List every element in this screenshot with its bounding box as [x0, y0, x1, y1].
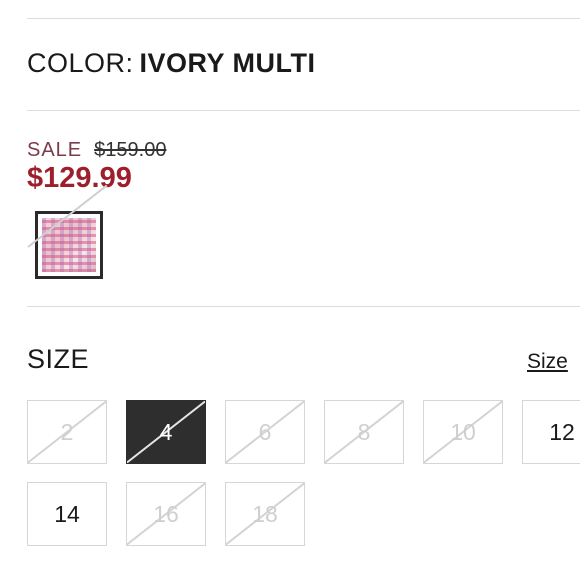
color-value: IVORY MULTI — [139, 48, 316, 78]
sale-label: SALE — [27, 139, 83, 161]
color-swatch-button[interactable] — [35, 211, 103, 279]
size-option-12[interactable]: 12 — [522, 400, 580, 464]
size-option-2[interactable]: 2 — [27, 400, 107, 464]
size-option-10[interactable]: 10 — [423, 400, 503, 464]
color-label: COLOR: — [27, 48, 134, 78]
size-option-label: 2 — [60, 418, 74, 445]
original-price: $159.00 — [94, 139, 167, 161]
size-option-4[interactable]: 4 — [126, 400, 206, 464]
swatch-pattern-image — [42, 218, 96, 272]
size-option-14[interactable]: 14 — [27, 482, 107, 546]
sale-price: $129.99 — [27, 162, 132, 194]
size-title: SIZE — [27, 344, 90, 374]
size-option-18[interactable]: 18 — [225, 482, 305, 546]
size-option-label: 18 — [252, 500, 278, 527]
divider-color — [27, 110, 580, 111]
size-option-label: 14 — [54, 500, 80, 527]
sale-row: SALE $159.00 — [27, 139, 166, 162]
size-option-label: 6 — [258, 418, 272, 445]
size-option-label: 10 — [450, 418, 476, 445]
size-guide-link[interactable]: Size — [527, 350, 568, 374]
divider-swatch — [27, 306, 580, 307]
divider-top — [27, 18, 580, 19]
size-option-8[interactable]: 8 — [324, 400, 404, 464]
size-option-label: 4 — [159, 418, 173, 445]
color-selection: COLOR: IVORY MULTI — [27, 48, 316, 79]
size-option-16[interactable]: 16 — [126, 482, 206, 546]
size-option-label: 12 — [549, 418, 575, 445]
size-option-label: 16 — [153, 500, 179, 527]
size-option-label: 8 — [357, 418, 371, 445]
size-option-6[interactable]: 6 — [225, 400, 305, 464]
